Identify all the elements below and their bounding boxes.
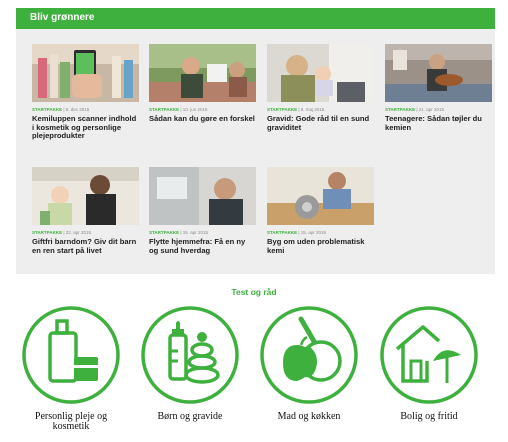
article-title[interactable]: Sådan kan du gøre en forskel [149, 114, 256, 124]
article-date: 15. apr 2015 [182, 230, 209, 235]
article-tag: STARTPAKKE [267, 230, 298, 235]
section-header-bar: Bliv grønnere [16, 8, 495, 29]
article-date: 21. apr 2015 [418, 107, 445, 112]
article-thumbnail [267, 167, 374, 225]
article-title[interactable]: Kemiluppen scanner indhold i kosmetik og… [32, 114, 139, 141]
article-tag: STARTPAKKE [149, 107, 180, 112]
article-card[interactable]: STARTPAKKE | 8. dec 2015 Kemiluppen scan… [32, 44, 139, 141]
article-date: 8. maj 2015 [300, 107, 325, 112]
article-title[interactable]: Giftfri barndom? Giv dit barn en ren sta… [32, 237, 139, 255]
article-thumbnail [385, 44, 492, 102]
article-card[interactable]: STARTPAKKE | 15. apr 2015 Byg om uden pr… [267, 167, 374, 255]
article-title[interactable]: Byg om uden problematisk kemi [267, 237, 374, 255]
article-thumbnail [149, 167, 256, 225]
cosmetics-bottle-icon [22, 306, 120, 404]
article-date: 15. apr 2015 [300, 230, 327, 235]
article-date: 22. apr 2015 [65, 230, 92, 235]
article-title[interactable]: Gravid: Gode råd til en sund graviditet [267, 114, 374, 132]
article-tag: STARTPAKKE [149, 230, 180, 235]
article-tag: STARTPAKKE [385, 107, 416, 112]
article-tag: STARTPAKKE [267, 107, 298, 112]
article-card[interactable]: STARTPAKKE | 15. apr 2015 Flytte hjemmef… [149, 167, 256, 255]
article-date: 8. dec 2015 [65, 107, 90, 112]
article-tag: STARTPAKKE [32, 230, 63, 235]
article-card[interactable]: STARTPAKKE | 21. apr 2015 Teenagere: Såd… [385, 44, 492, 132]
category-food-kitchen[interactable]: Mad og køkken [259, 305, 359, 422]
apple-pan-icon [260, 306, 358, 404]
article-title[interactable]: Flytte hjemmefra: Få en ny og sund hverd… [149, 237, 256, 255]
article-thumbnail [32, 44, 139, 102]
article-card[interactable]: STARTPAKKE | 22. apr 2015 Giftfri barndo… [32, 167, 139, 255]
category-home-leisure[interactable]: Bolig og fritid [379, 305, 479, 422]
article-card[interactable]: STARTPAKKE | 8. maj 2015 Gravid: Gode rå… [267, 44, 374, 132]
house-umbrella-icon [380, 306, 478, 404]
category-children-pregnant[interactable]: Børn og gravide [140, 305, 240, 422]
baby-bottle-stacking-rings-icon [141, 306, 239, 404]
section-header-title: Bliv grønnere [30, 12, 95, 23]
test-section-title: Test og råd [231, 287, 277, 297]
category-label[interactable]: Mad og køkken [259, 412, 359, 422]
category-label[interactable]: Børn og gravide [140, 412, 240, 422]
article-thumbnail [149, 44, 256, 102]
category-label[interactable]: Bolig og fritid [379, 412, 479, 422]
article-title[interactable]: Teenagere: Sådan tøjler du kemien [385, 114, 492, 132]
category-label[interactable]: Personlig pleje og kosmetik [21, 412, 121, 432]
article-tag: STARTPAKKE [32, 107, 63, 112]
article-thumbnail [267, 44, 374, 102]
green-living-panel: Bliv grønnere STARTPAKKE | 8. dec 2015 K… [16, 8, 495, 274]
article-thumbnail [32, 167, 139, 225]
article-card[interactable]: STARTPAKKE | 10. jun 2015 Sådan kan du g… [149, 44, 256, 124]
article-date: 10. jun 2015 [182, 107, 208, 112]
category-personal-care[interactable]: Personlig pleje og kosmetik [21, 305, 121, 432]
